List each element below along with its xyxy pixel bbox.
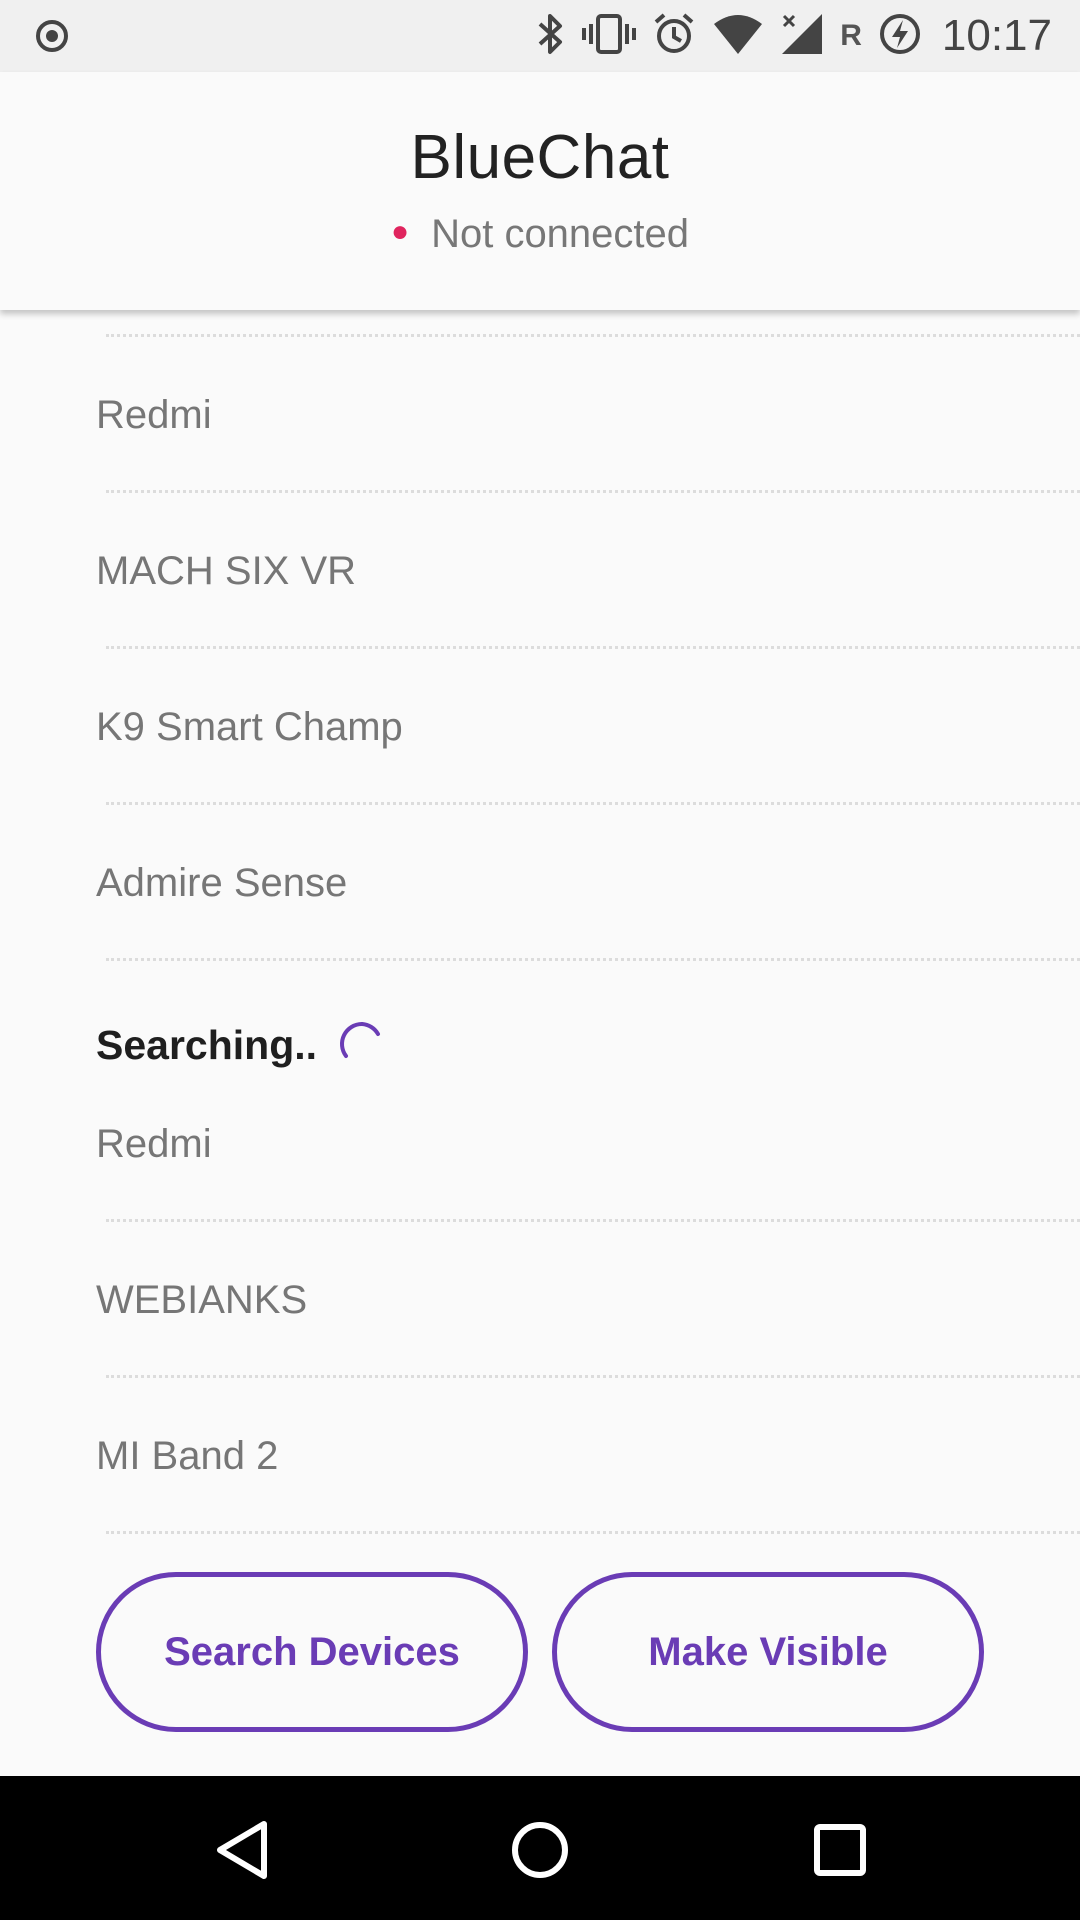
list-item[interactable]: Redmi xyxy=(96,393,212,438)
loading-spinner-icon xyxy=(338,1020,386,1073)
status-dot-icon: ● xyxy=(390,215,410,248)
cell-signal-icon xyxy=(780,12,824,61)
status-bar: R 10:17 xyxy=(0,0,1080,72)
app-header: BlueChat ● Not connected xyxy=(0,72,1080,310)
battery-charging-icon xyxy=(878,12,922,61)
searching-heading: Searching.. xyxy=(96,1022,318,1068)
search-devices-button[interactable]: Search Devices xyxy=(96,1572,528,1732)
app-title: BlueChat xyxy=(410,123,670,192)
alarm-icon xyxy=(652,12,696,61)
divider xyxy=(106,1219,1080,1222)
list-item[interactable]: MI Band 2 xyxy=(96,1434,278,1479)
vibrate-icon xyxy=(582,12,637,61)
list-item[interactable]: WEBIANKS xyxy=(96,1278,307,1323)
list-item[interactable]: Admire Sense xyxy=(96,861,347,906)
record-icon xyxy=(34,18,70,59)
home-icon[interactable] xyxy=(510,1820,570,1885)
list-item[interactable]: MACH SIX VR xyxy=(96,549,356,594)
divider xyxy=(106,958,1080,961)
divider xyxy=(106,1375,1080,1378)
list-item[interactable]: Redmi xyxy=(96,1122,212,1167)
divider xyxy=(106,802,1080,805)
status-time: 10:17 xyxy=(941,11,1052,60)
divider xyxy=(106,646,1080,649)
recents-icon[interactable] xyxy=(814,1824,866,1881)
connection-status-label: Not connected xyxy=(431,212,690,256)
bluetooth-icon xyxy=(536,12,566,61)
connection-status: ● Not connected xyxy=(0,212,1080,257)
back-icon[interactable] xyxy=(214,1820,270,1885)
divider xyxy=(106,490,1080,493)
wifi-icon xyxy=(712,12,764,61)
divider xyxy=(106,334,1080,337)
make-visible-button[interactable]: Make Visible xyxy=(552,1572,984,1732)
roaming-indicator: R xyxy=(840,19,862,52)
divider xyxy=(106,1531,1080,1534)
navigation-bar xyxy=(0,1776,1080,1920)
list-item[interactable]: K9 Smart Champ xyxy=(96,705,403,750)
